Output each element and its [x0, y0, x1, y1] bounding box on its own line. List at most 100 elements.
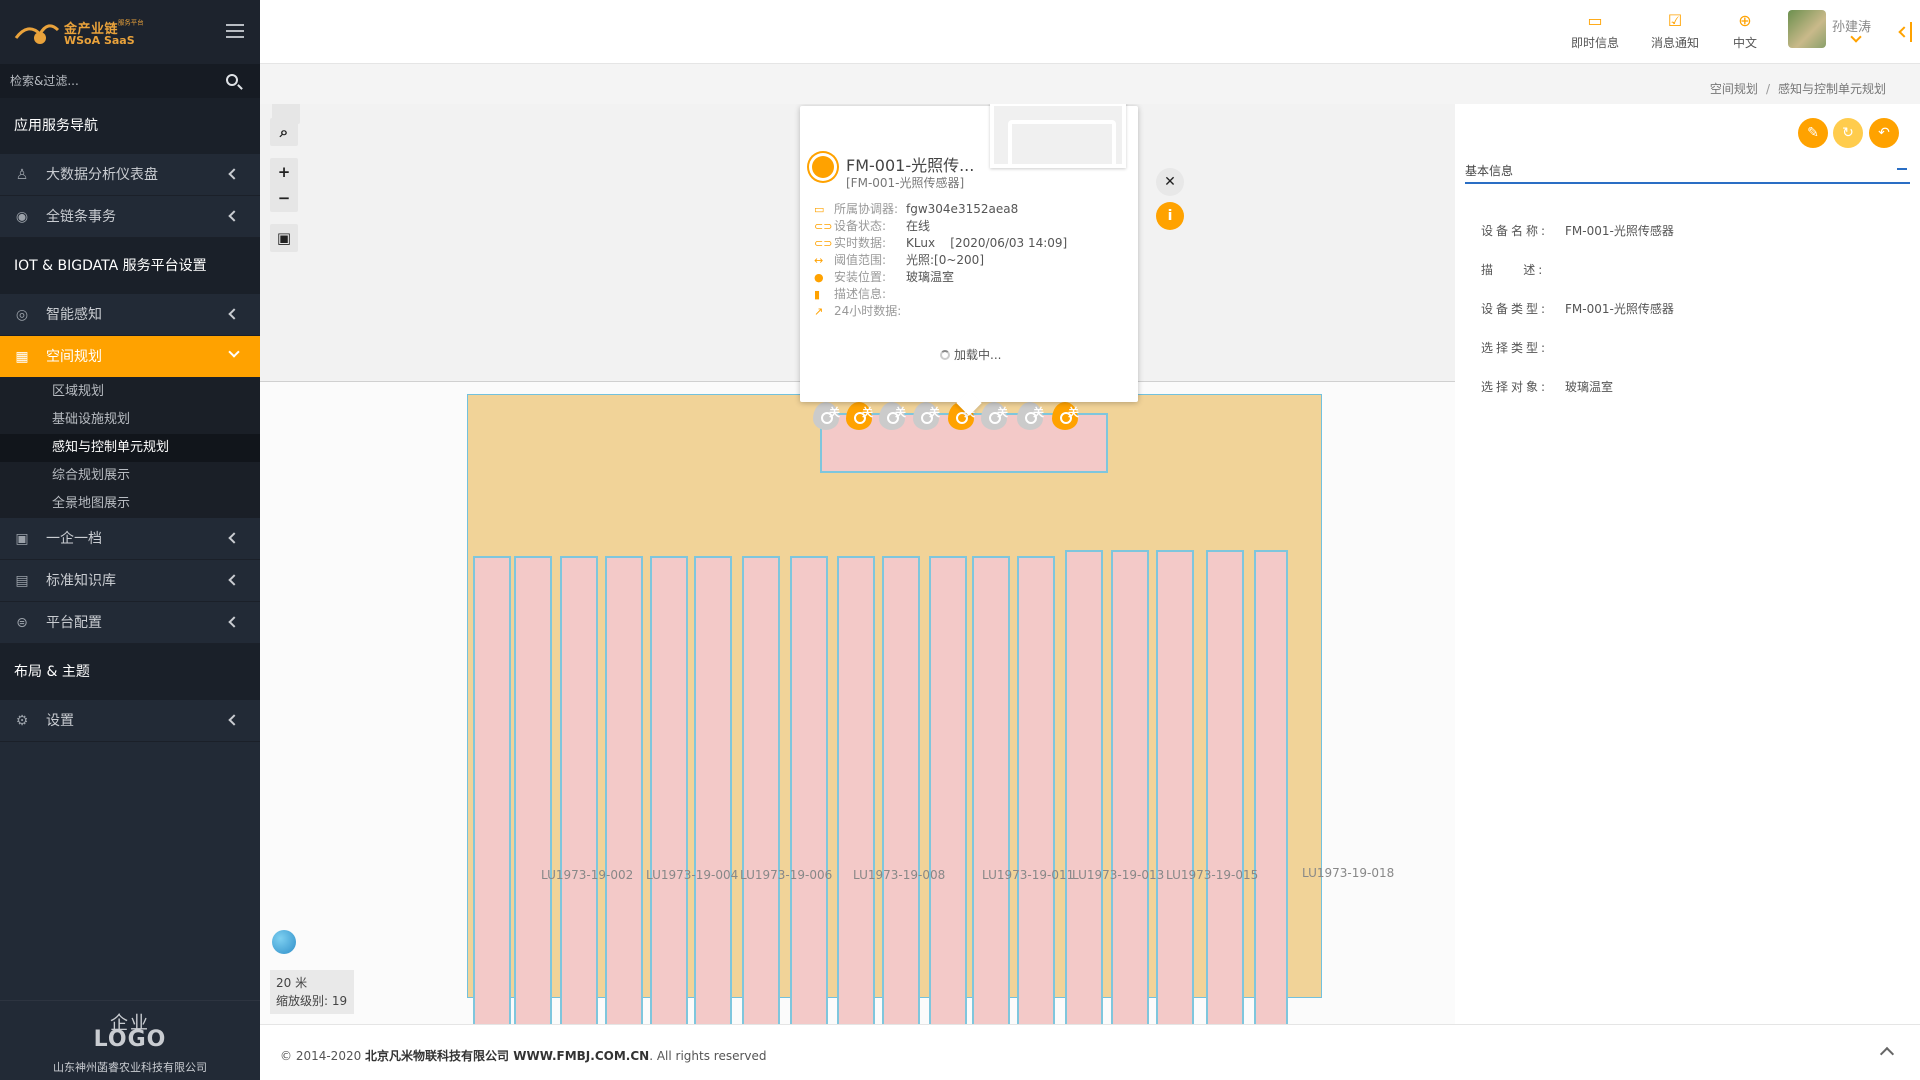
copyright: © 2014-2020 北京凡米物联科技有限公司 WWW.FMBJ.COM.CN… — [280, 1047, 767, 1064]
submenu-item-infrastructure[interactable]: 基础设施规划 — [0, 406, 260, 434]
back-button[interactable]: ↶ — [1869, 118, 1899, 148]
planting-bed[interactable] — [837, 556, 875, 1024]
field-label: 描 述: — [1481, 263, 1546, 277]
planting-bed[interactable] — [882, 556, 920, 1024]
logo-saas-text: WSoA SaaS — [64, 34, 135, 47]
language-button[interactable]: ⊕ 中文 — [1710, 10, 1780, 54]
check-icon: ☑ — [1667, 11, 1683, 30]
planting-bed[interactable] — [1254, 550, 1288, 1024]
footer-company-name: 山东神州菡睿农业科技有限公司 — [53, 1061, 207, 1074]
sidebar-item-label: 平台配置 — [46, 615, 102, 631]
scroll-top-icon[interactable] — [1879, 1046, 1895, 1062]
submenu-item-sensing-control[interactable]: 感知与控制单元规划 — [0, 434, 260, 462]
popup-row-description: ▮ 描述信息: — [814, 285, 906, 302]
zoom-out-button[interactable]: − — [270, 184, 298, 212]
sidebar-search-input[interactable] — [10, 72, 210, 90]
info-icon[interactable]: i — [1156, 202, 1184, 230]
popup-value: 光照:[0~200] — [906, 253, 985, 267]
popup-value: 玻璃温室 — [906, 270, 955, 284]
section-title-layout: 布局 & 主题 — [0, 644, 260, 700]
planting-bed[interactable] — [972, 556, 1010, 1024]
detail-panel: ✎ ↻ ↶ 基本信息 设备名称: FM-001-光照传感器 描 述: 设备类型: F… — [1455, 104, 1920, 1024]
sidebar-item-label: 空间规划 — [46, 349, 102, 365]
sidebar-item-sensing[interactable]: ◎ 智能感知 — [0, 294, 260, 336]
submenu-item-overview[interactable]: 综合规划展示 — [0, 462, 260, 490]
fullscreen-icon[interactable]: ▣ — [270, 224, 298, 252]
field-device-name: 设备名称: FM-001-光照传感器 — [1481, 222, 1674, 239]
zoom-in-button[interactable]: + — [270, 158, 298, 186]
device-marker-label: 关 — [895, 406, 906, 419]
tab-basic-info[interactable]: 基本信息 — [1465, 162, 1513, 179]
scale-text: 20 米 — [276, 976, 308, 990]
avatar[interactable] — [1788, 10, 1826, 48]
sidebar: 金产业链 服务平台 WSoA SaaS 应用服务导航 ♙ 大数据分析仪表盘 ◉ 全链… — [0, 0, 260, 1080]
bed-label: LU1973-19-018 — [1302, 866, 1395, 880]
map-search-icon[interactable]: ⌕ — [270, 118, 298, 146]
globe-icon[interactable] — [272, 930, 296, 954]
popup-label: 实时数据: — [834, 236, 887, 250]
submenu-item-panorama[interactable]: 全景地图展示 — [0, 490, 260, 518]
planting-bed[interactable] — [650, 556, 688, 1024]
planting-bed[interactable] — [560, 556, 598, 1024]
instant-message-button[interactable]: ▭ 即时信息 — [1560, 10, 1630, 54]
planting-bed[interactable] — [929, 556, 967, 1024]
username[interactable]: 孙建涛 — [1832, 16, 1871, 35]
collapse-panel-icon[interactable] — [1896, 22, 1912, 42]
sidebar-item-label: 标准知识库 — [46, 573, 116, 589]
field-device-type: 设备类型: FM-001-光照传感器 — [1481, 300, 1674, 317]
search-icon[interactable] — [226, 74, 238, 86]
sidebar-item-platform[interactable]: ⊜ 平台配置 — [0, 602, 260, 644]
menu-toggle-icon[interactable] — [226, 24, 244, 38]
field-label: 选择类型: — [1481, 341, 1549, 355]
planting-bed[interactable] — [1156, 550, 1194, 1024]
popup-subtitle: [FM-001-光照传感器] — [846, 176, 965, 190]
submenu-item-region[interactable]: 区域规划 — [0, 378, 260, 406]
planting-bed[interactable] — [473, 556, 511, 1024]
top-header: ▭ 即时信息 ☑ 消息通知 ⊕ 中文 孙建涛 — [260, 0, 1920, 64]
device-popup[interactable]: FM-001-光照传... [FM-001-光照传感器] ▭ 所属协调器: fgw3… — [800, 104, 1138, 416]
planting-bed[interactable] — [605, 556, 643, 1024]
scale-info: 20 米 缩放级别: 19 — [270, 970, 354, 1014]
planting-bed[interactable] — [790, 556, 828, 1024]
popup-row-realtime: ⊂⊃ 实时数据: KLux [2020/06/03 14:09] — [814, 234, 1067, 251]
planting-bed[interactable] — [694, 556, 732, 1024]
bed-label: LU1973-19-011 — [982, 868, 1075, 882]
bed-label: LU1973-19-013 — [1072, 868, 1165, 882]
loading-text: 加载中... — [954, 348, 1002, 362]
logo-icon — [14, 24, 60, 44]
breadcrumb: 空间规划 / 感知与控制单元规划 — [260, 64, 1920, 104]
popup-row-coordinator: ▭ 所属协调器: fgw304e3152aea8 — [814, 200, 1018, 217]
sidebar-item-label: 全链条事务 — [46, 209, 116, 225]
map-canvas[interactable]: LU1973-19-002 LU1973-19-004 LU1973-19-006 L… — [260, 104, 1455, 1024]
popup-value: fgw304e3152aea8 — [906, 202, 1019, 216]
sidebar-item-dashboard[interactable]: ♙ 大数据分析仪表盘 — [0, 154, 260, 196]
book-icon: ▤ — [15, 573, 29, 589]
notification-button[interactable]: ☑ 消息通知 — [1640, 10, 1710, 54]
sidebar-item-label: 智能感知 — [46, 307, 102, 323]
close-icon[interactable]: ✕ — [1156, 168, 1184, 196]
planting-bed[interactable] — [1065, 550, 1103, 1024]
sidebar-item-enterprise[interactable]: ▣ 一企一档 — [0, 518, 260, 560]
collapse-icon[interactable] — [1897, 168, 1907, 170]
planting-bed[interactable] — [742, 556, 780, 1024]
chain-icon: ◉ — [15, 209, 29, 225]
breadcrumb-separator: / — [1765, 82, 1770, 96]
popup-label: 24小时数据: — [834, 304, 902, 318]
sidebar-item-settings[interactable]: ⚙ 设置 — [0, 700, 260, 742]
planting-bed[interactable] — [1017, 556, 1055, 1024]
copyright-company[interactable]: 北京凡米物联科技有限公司 WWW.FMBJ.COM.CN — [365, 1049, 649, 1063]
bed-label: LU1973-19-006 — [740, 868, 833, 882]
planting-bed[interactable] — [1206, 550, 1244, 1024]
archive-icon: ▣ — [15, 531, 29, 547]
edit-button[interactable]: ✎ — [1798, 118, 1828, 148]
planting-bed[interactable] — [1111, 550, 1149, 1024]
field-label: 选择对象: — [1481, 380, 1549, 394]
breadcrumb-parent[interactable]: 空间规划 — [1710, 82, 1758, 96]
tab-underline — [1465, 182, 1910, 184]
refresh-button[interactable]: ↻ — [1833, 118, 1863, 148]
planting-bed[interactable] — [514, 556, 552, 1024]
bed-label: LU1973-19-015 — [1166, 868, 1259, 882]
sidebar-item-transactions[interactable]: ◉ 全链条事务 — [0, 196, 260, 238]
sidebar-item-knowledge[interactable]: ▤ 标准知识库 — [0, 560, 260, 602]
sidebar-item-spatial[interactable]: ▦ 空间规划 — [0, 336, 260, 378]
